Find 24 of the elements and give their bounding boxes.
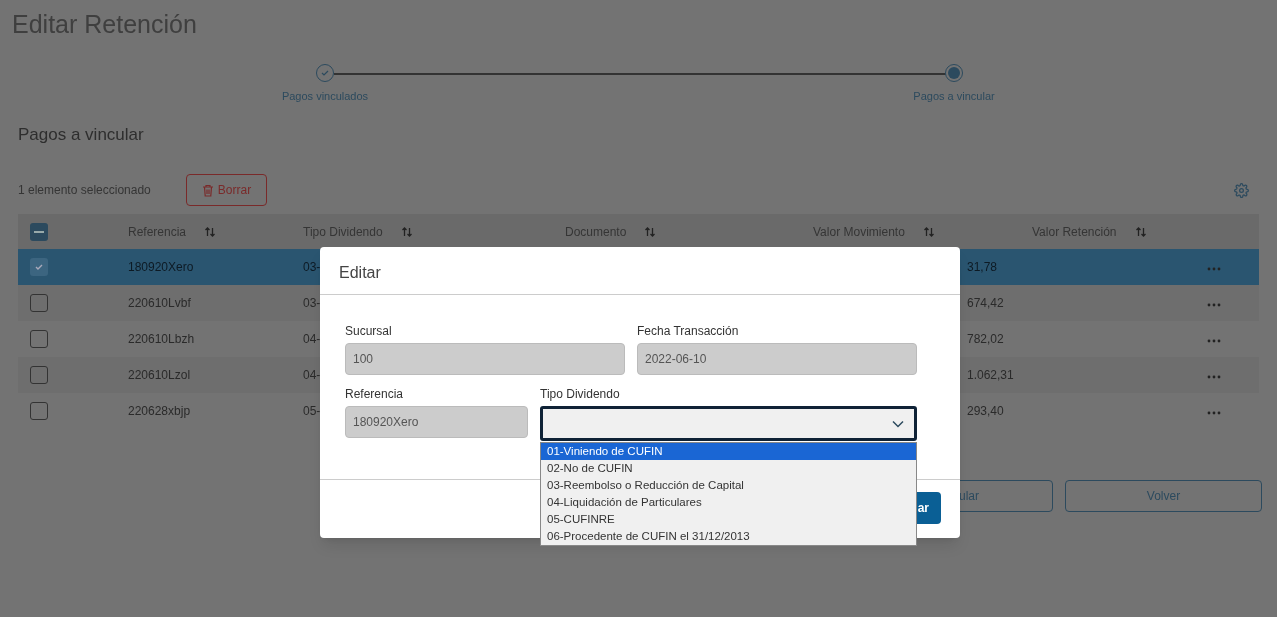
table-cell: 1.062,31	[967, 368, 1014, 382]
field-label: Fecha Transacción	[637, 323, 740, 336]
modal-title: Editar	[320, 247, 960, 295]
table-cell: 03-	[303, 296, 321, 310]
table-cell: 180920Xero	[128, 260, 194, 274]
table-cell: 220610Lvbf	[128, 296, 191, 310]
table-cell: 220628xbjp	[128, 404, 191, 418]
table-cell: 220610Lbzh	[128, 332, 195, 346]
table-cell: 04-	[303, 368, 321, 382]
step-label: Pagos a vincular	[913, 89, 995, 104]
table-cell: 220610Lzol	[128, 368, 191, 382]
table-cell: 03-	[303, 260, 321, 274]
field-label: Tipo Dividendo	[540, 386, 621, 399]
table-cell: 31,78	[967, 260, 998, 274]
table-cell: 04-	[303, 332, 321, 346]
table-cell: 782,02	[967, 332, 1004, 346]
field-label: Sucursal	[345, 323, 393, 336]
step-label: Pagos vinculados	[281, 89, 369, 104]
table-cell: 05-	[303, 404, 321, 418]
section-title: Pagos a vincular	[17, 124, 145, 146]
field-label: Referencia	[345, 386, 405, 399]
table-cell: 674,42	[967, 296, 1004, 310]
selection-count: 1 elemento seleccionado	[18, 182, 152, 199]
table-cell: 293,40	[967, 404, 1004, 418]
